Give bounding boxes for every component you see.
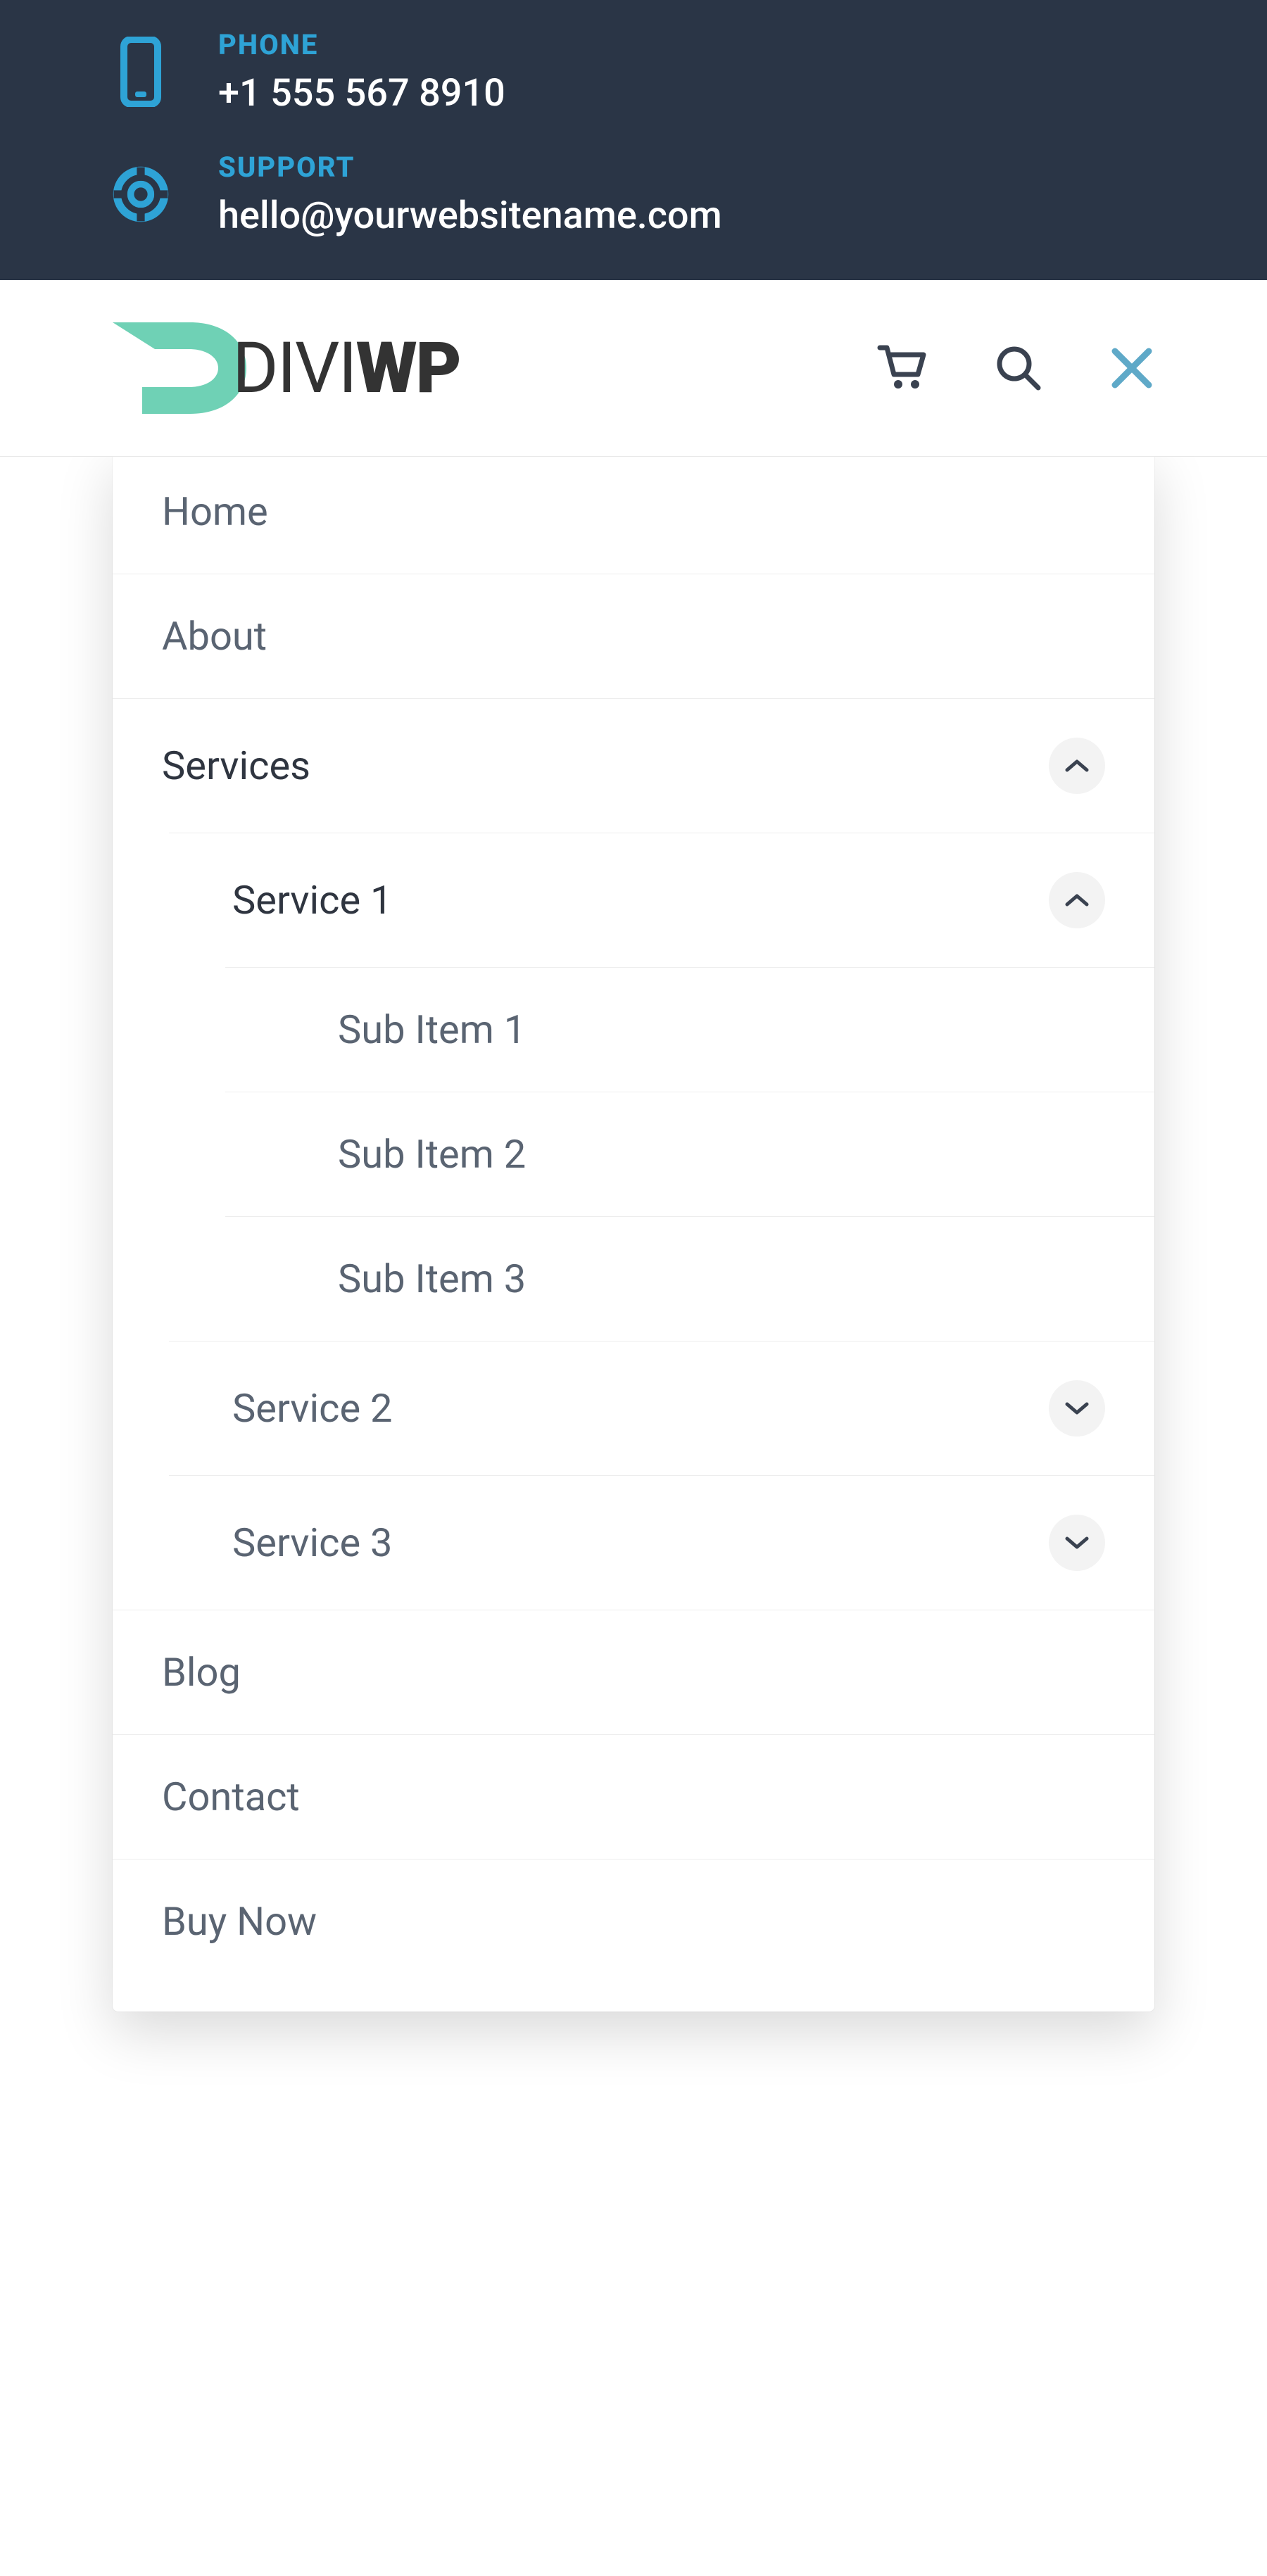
menu-item-sub-1[interactable]: Sub Item 1 xyxy=(225,967,1154,1092)
menu-label: Services xyxy=(162,743,310,789)
menu-item-service-1[interactable]: Service 1 Sub Item 1 Sub Item 2 xyxy=(169,833,1154,1341)
menu-item-services[interactable]: Services Service 1 xyxy=(113,699,1154,1610)
cart-icon[interactable] xyxy=(877,343,928,393)
expand-toggle[interactable] xyxy=(1049,1380,1105,1437)
menu-item-home[interactable]: Home xyxy=(113,450,1154,574)
menu-label: Service 3 xyxy=(232,1520,393,1566)
search-icon[interactable] xyxy=(995,344,1042,392)
close-icon[interactable] xyxy=(1109,346,1154,391)
menu-item-buy-now[interactable]: Buy Now xyxy=(113,1860,1154,1983)
menu-item-about[interactable]: About xyxy=(113,574,1154,699)
contact-phone: PHONE +1 555 567 8910 xyxy=(113,28,1154,115)
menu-label: About xyxy=(162,613,267,659)
header-actions xyxy=(877,343,1154,393)
menu-label: Sub Item 3 xyxy=(338,1256,526,1302)
chevron-down-icon xyxy=(1064,1400,1090,1417)
menu-label: Blog xyxy=(162,1649,241,1696)
collapse-toggle[interactable] xyxy=(1049,872,1105,928)
expand-toggle[interactable] xyxy=(1049,1515,1105,1571)
contact-phone-text: PHONE +1 555 567 8910 xyxy=(218,28,505,115)
collapse-toggle[interactable] xyxy=(1049,738,1105,794)
menu-item-blog[interactable]: Blog xyxy=(113,1610,1154,1735)
logo-mark-icon xyxy=(113,322,246,414)
contact-support: SUPPORT hello@yourwebsitename.com xyxy=(113,151,1154,238)
menu-item-sub-3[interactable]: Sub Item 3 xyxy=(225,1216,1154,1341)
contact-support-text: SUPPORT hello@yourwebsitename.com xyxy=(218,151,722,238)
menu-label: Service 1 xyxy=(232,877,393,923)
chevron-down-icon xyxy=(1064,1534,1090,1551)
top-bar: PHONE +1 555 567 8910 SUPPORT hello@your… xyxy=(0,0,1267,280)
menu-item-sub-2[interactable]: Sub Item 2 xyxy=(225,1092,1154,1216)
logo-text: DIVIWP xyxy=(232,327,460,410)
chevron-up-icon xyxy=(1064,892,1090,909)
phone-icon xyxy=(113,44,169,100)
menu-label: Home xyxy=(162,488,268,535)
submenu-service-1: Sub Item 1 Sub Item 2 Sub Item 3 xyxy=(169,967,1154,1341)
support-value[interactable]: hello@yourwebsitename.com xyxy=(218,194,722,238)
menu-label: Buy Now xyxy=(162,1898,317,1945)
phone-label: PHONE xyxy=(218,28,505,61)
menu-item-contact[interactable]: Contact xyxy=(113,1735,1154,1860)
support-label: SUPPORT xyxy=(218,151,722,184)
menu-label: Service 2 xyxy=(232,1385,393,1432)
submenu-services: Service 1 Sub Item 1 Sub Item 2 xyxy=(113,833,1154,1610)
chevron-up-icon xyxy=(1064,757,1090,774)
phone-value[interactable]: +1 555 567 8910 xyxy=(218,71,505,115)
menu-label: Contact xyxy=(162,1774,300,1820)
menu-label: Sub Item 1 xyxy=(338,1006,526,1053)
menu-item-service-2[interactable]: Service 2 xyxy=(169,1341,1154,1475)
menu-item-service-3[interactable]: Service 3 xyxy=(169,1475,1154,1610)
logo[interactable]: DIVIWP xyxy=(113,322,460,414)
header: DIVIWP xyxy=(0,280,1267,457)
menu-label: Sub Item 2 xyxy=(338,1131,526,1177)
support-icon xyxy=(113,166,169,222)
mobile-menu: Home About Services Service 1 xyxy=(113,450,1154,2012)
